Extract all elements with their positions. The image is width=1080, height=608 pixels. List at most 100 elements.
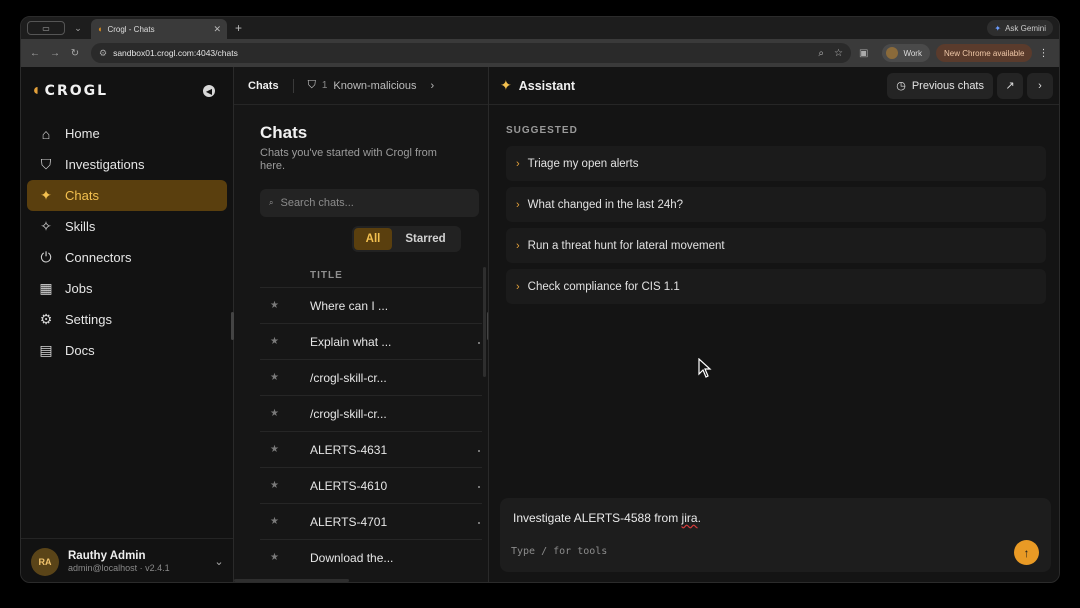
sidebar-item-home[interactable]: ⌂ Home	[27, 118, 227, 149]
star-icon[interactable]: ★	[260, 444, 310, 455]
shield-icon: ⛉	[40, 156, 52, 172]
shield-check-icon: ⛉	[307, 79, 316, 91]
home-icon: ⌂	[41, 125, 51, 142]
browser-tab-title: Crogl - Chats	[107, 24, 155, 34]
sparkles-icon: ✦	[500, 77, 512, 93]
tab-known-malicious[interactable]: ⛉ 1 Known-malicious ›	[308, 79, 435, 92]
sidebar-item-label: Investigations	[65, 157, 145, 172]
chevron-right-icon: ›	[516, 280, 520, 293]
table-row[interactable]: ★ ALERTS-4701	[260, 503, 482, 539]
url-text[interactable]: sandbox01.crogl.com:4043/chats	[113, 48, 808, 58]
new-tab-button[interactable]: +	[235, 21, 242, 35]
search-input[interactable]: ⌕ Search chats...	[260, 189, 479, 217]
chat-title: ALERTS-4610	[310, 478, 388, 493]
ask-gemini-button[interactable]: ✦ Ask Gemini	[987, 20, 1053, 36]
plug-icon: ⏻	[40, 249, 52, 265]
tab-search-chevron-icon[interactable]: ⌄	[71, 23, 85, 34]
star-icon[interactable]: ★	[260, 552, 310, 563]
suggestion-label: What changed in the last 24h?	[527, 198, 684, 211]
suggestion-label: Run a threat hunt for lateral movement	[527, 239, 725, 252]
sidebar-item-label: Connectors	[65, 250, 132, 265]
table-row[interactable]: ★ ALERTS-4631	[260, 431, 482, 467]
table-row[interactable]: ★ ALERTS-4610	[260, 467, 482, 503]
table-row[interactable]: ★ Explain what ...	[260, 323, 482, 359]
horizontal-scrollbar[interactable]	[234, 579, 349, 582]
collapse-sidebar-button[interactable]: ◀	[203, 85, 215, 97]
close-tab-icon[interactable]: ✕	[213, 24, 221, 35]
previous-chats-button[interactable]: ◷ Previous chats	[887, 72, 993, 99]
sidebar-item-label: Chats	[65, 188, 99, 203]
chat-title: /crogl-skill-cr...	[310, 370, 387, 385]
chevron-right-icon: ›	[516, 198, 520, 211]
update-chrome-button[interactable]: New Chrome available	[935, 44, 1033, 62]
chat-title: Explain what ...	[310, 334, 392, 349]
chevron-right-icon[interactable]: ›	[1027, 72, 1053, 99]
address-bar[interactable]: ⚙ sandbox01.crogl.com:4043/chats ⌕ ☆	[91, 43, 851, 63]
chat-composer[interactable]: Investigate ALERTS-4588 from jira. Type …	[500, 498, 1051, 572]
star-icon[interactable]: ★	[260, 336, 310, 347]
column-header-title[interactable]: TITLE	[310, 270, 343, 281]
sidebar-item-docs[interactable]: ▤ Docs	[27, 335, 227, 366]
vertical-scrollbar[interactable]	[483, 267, 486, 377]
suggestion-label: Check compliance for CIS 1.1	[527, 280, 680, 293]
forward-icon[interactable]: →	[45, 48, 65, 59]
suggestion-item[interactable]: › Check compliance for CIS 1.1	[506, 269, 1046, 304]
browser-tab[interactable]: ◖ Crogl - Chats ✕	[91, 19, 227, 39]
tab-groups-icon[interactable]: ▭	[27, 21, 65, 35]
bookmark-star-icon[interactable]: ☆	[834, 48, 843, 59]
zoom-icon[interactable]: ⌕	[818, 48, 824, 59]
sidebar-item-label: Skills	[65, 219, 96, 234]
brand-name: CROGL	[44, 83, 109, 99]
filter-all-button[interactable]: All	[354, 228, 392, 250]
sidebar-item-label: Jobs	[65, 281, 93, 296]
sidebar-item-label: Home	[65, 126, 100, 141]
star-icon[interactable]: ★	[260, 300, 310, 311]
user-menu[interactable]: RA Rauthy Admin admin@localhost · v2.4.1…	[21, 538, 233, 582]
tab-chats[interactable]: Chats	[248, 80, 279, 92]
sidebar-item-jobs[interactable]: ▦ Jobs	[27, 273, 227, 304]
suggested-heading: SUGGESTED	[506, 125, 578, 136]
sidebar-item-settings[interactable]: ⚙ Settings	[27, 304, 227, 335]
sidebar-item-skills[interactable]: ✧ Skills	[27, 211, 227, 242]
star-icon[interactable]: ★	[260, 372, 310, 383]
suggestion-item[interactable]: › Run a threat hunt for lateral movement	[506, 228, 1046, 263]
site-info-icon[interactable]: ⚙	[99, 48, 107, 59]
table-row[interactable]: ★/crogl-skill-cr...	[260, 395, 482, 431]
sidebar-item-investigations[interactable]: ⛉ Investigations	[27, 149, 227, 180]
search-icon: ⌕	[269, 198, 274, 207]
star-icon[interactable]: ★	[260, 408, 310, 419]
sidebar-item-chats[interactable]: ✦ Chats	[27, 180, 227, 211]
sidebar-item-label: Docs	[65, 343, 95, 358]
extensions-icon[interactable]: ▣	[859, 48, 868, 59]
table-row[interactable]: ★ Download the...	[260, 539, 482, 575]
browser-menu-icon[interactable]: ⋮	[1038, 48, 1048, 59]
ask-gemini-label: Ask Gemini	[1005, 23, 1046, 33]
star-icon[interactable]: ★	[260, 480, 310, 491]
profile-button[interactable]: Work	[882, 44, 930, 62]
profile-label: Work	[903, 48, 922, 58]
table-row[interactable]: ★ Where can I ...	[260, 287, 482, 323]
chat-title: ALERTS-4701	[310, 514, 388, 529]
reload-icon[interactable]: ↻	[65, 48, 85, 59]
suggestion-item[interactable]: › What changed in the last 24h?	[506, 187, 1046, 222]
chevron-down-icon[interactable]: ⌄	[205, 555, 233, 568]
chevron-right-icon[interactable]: ›	[431, 80, 435, 92]
chevron-right-icon: ›	[516, 157, 520, 170]
suggestion-item[interactable]: › Triage my open alerts	[506, 146, 1046, 181]
filter-starred-button[interactable]: Starred	[392, 228, 459, 250]
sidebar-item-connectors[interactable]: ⏻ Connectors	[27, 242, 227, 273]
tab-label: Known-malicious	[333, 79, 417, 92]
back-icon[interactable]: ←	[25, 48, 45, 59]
crogl-logo-icon: ◖	[31, 82, 41, 99]
assistant-title: Assistant	[518, 78, 576, 93]
star-icon[interactable]: ★	[260, 516, 310, 527]
search-placeholder: Search chats...	[280, 197, 354, 209]
brand-logo[interactable]: ◖ CROGL	[31, 82, 108, 100]
send-button[interactable]: ↑	[1014, 540, 1039, 565]
open-external-icon[interactable]: ↗	[997, 72, 1023, 99]
suggestion-label: Triage my open alerts	[527, 157, 639, 170]
table-row[interactable]: ★/crogl-skill-cr...	[260, 359, 482, 395]
avatar: RA	[31, 547, 59, 576]
app-root: ◖ CROGL ◀ ⌂ Home ⛉ Investigations ✦ Chat…	[21, 67, 1059, 582]
composer-input[interactable]: Investigate ALERTS-4588 from jira.	[513, 511, 701, 525]
